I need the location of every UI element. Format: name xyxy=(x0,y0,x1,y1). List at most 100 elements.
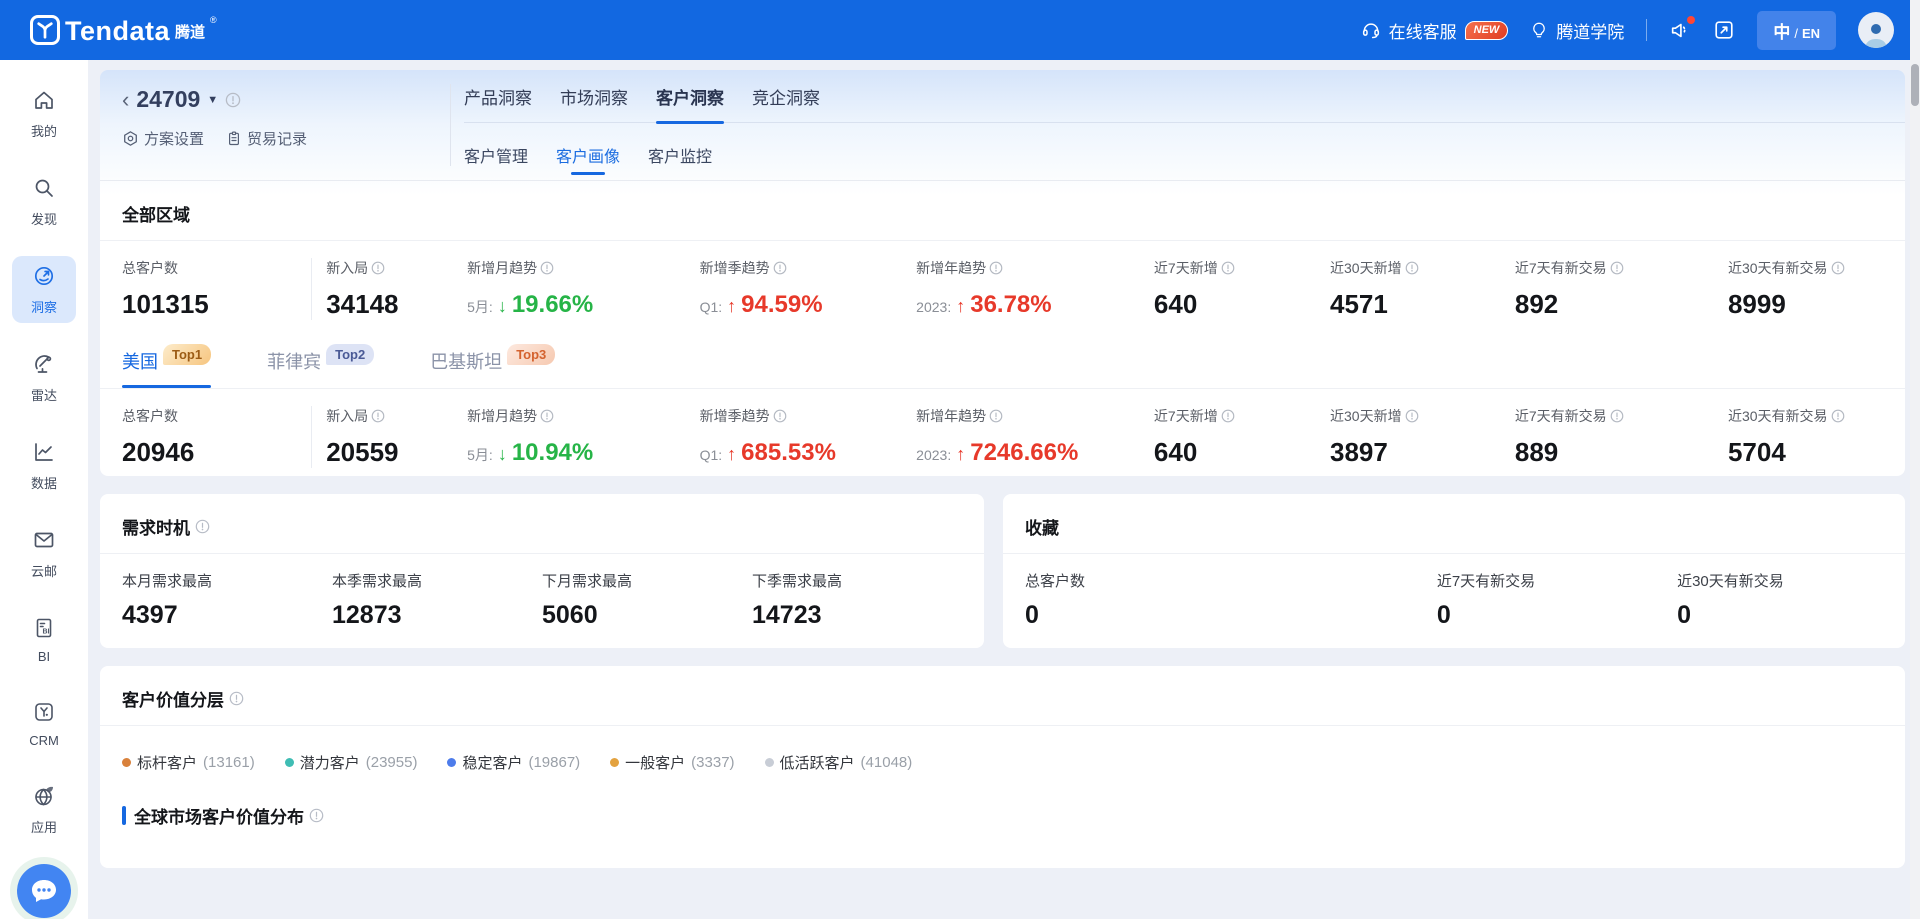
sidebar-item-label: 洞察 xyxy=(31,297,57,316)
info-icon[interactable] xyxy=(1405,261,1419,275)
subtitle-info-icon[interactable] xyxy=(309,808,324,823)
legend-item[interactable]: 潜力客户(23955) xyxy=(285,752,418,773)
stat-column: 新增年趋势2023:↑36.78% xyxy=(916,258,1154,320)
stat-label-text: 新增年趋势 xyxy=(916,258,986,278)
sidebar-item-radar[interactable]: 雷达 xyxy=(12,344,76,411)
primary-tab-1[interactable]: 产品洞察 xyxy=(464,84,532,122)
scheme-settings-button[interactable]: 方案设置 xyxy=(122,128,204,149)
sidebar-item-search[interactable]: 发现 xyxy=(12,168,76,235)
info-icon[interactable] xyxy=(773,409,787,423)
info-icon[interactable] xyxy=(1405,409,1419,423)
sidebar-item-crm[interactable]: CRM xyxy=(12,692,76,755)
trend-value: Q1:↑685.53% xyxy=(700,439,909,467)
info-icon[interactable] xyxy=(540,261,554,275)
trade-records-button[interactable]: 贸易记录 xyxy=(226,128,307,149)
sidebar-item-data[interactable]: 数据 xyxy=(12,432,76,499)
info-icon[interactable] xyxy=(371,261,385,275)
sidebar-item-insight[interactable]: 洞察 xyxy=(12,256,76,323)
country-tab-1[interactable]: 美国Top1 xyxy=(122,348,211,388)
legend-item[interactable]: 低活跃客户(41048) xyxy=(765,752,913,773)
stat-column: 下月需求最高5060 xyxy=(542,570,752,630)
chevron-down-icon[interactable]: ▼ xyxy=(207,94,218,106)
info-icon[interactable] xyxy=(1610,409,1624,423)
trend-percent: 36.78% xyxy=(970,291,1051,319)
country-name: 美国 xyxy=(122,348,158,374)
sidebar-item-home[interactable]: 我的 xyxy=(12,80,76,147)
info-icon[interactable] xyxy=(1610,261,1624,275)
info-icon[interactable] xyxy=(989,261,1003,275)
sidebar-item-label: BI xyxy=(38,649,50,664)
legend-item[interactable]: 标杆客户(13161) xyxy=(122,752,255,773)
trend-value: 2023:↑7246.66% xyxy=(916,439,1146,467)
trend-arrow-up-icon: ↑ xyxy=(956,296,965,317)
primary-tab-3[interactable]: 客户洞察 xyxy=(656,84,724,122)
primary-tab-4[interactable]: 竞企洞察 xyxy=(752,84,820,122)
info-icon[interactable] xyxy=(773,261,787,275)
info-icon[interactable] xyxy=(1221,261,1235,275)
overview-card: ‹ 24709 ▼ 方案设置 贸 xyxy=(100,70,1905,476)
stat-label-text: 总客户数 xyxy=(122,406,178,426)
language-toggle[interactable]: 中 / EN xyxy=(1757,11,1836,50)
stat-label-text: 新入局 xyxy=(326,406,368,426)
stat-label-text: 新增月趋势 xyxy=(467,406,537,426)
trend-percent: 19.66% xyxy=(512,291,593,319)
back-icon[interactable]: ‹ xyxy=(122,91,129,109)
tiers-info-icon[interactable] xyxy=(229,691,244,706)
trend-percent: 94.59% xyxy=(741,291,822,319)
info-icon[interactable] xyxy=(1831,261,1845,275)
trend-prefix: 5月: xyxy=(467,297,493,317)
chat-fab-button[interactable] xyxy=(17,864,71,918)
country-tab-2[interactable]: 菲律宾Top2 xyxy=(267,348,374,388)
sidebar-item-mail[interactable]: 云邮 xyxy=(12,520,76,587)
stat-value: 5060 xyxy=(542,601,752,630)
stat-label-text: 近7天新增 xyxy=(1154,258,1218,278)
sidebar-item-apps[interactable]: 应用 xyxy=(12,776,76,843)
scrollbar-thumb[interactable] xyxy=(1911,64,1919,106)
scheme-info-icon[interactable] xyxy=(225,92,241,108)
country-tab-3[interactable]: 巴基斯坦Top3 xyxy=(430,348,555,388)
bi-icon: BI xyxy=(32,616,56,645)
section-accent-bar xyxy=(122,806,126,825)
user-avatar[interactable] xyxy=(1858,12,1894,48)
stat-value: 14723 xyxy=(752,601,962,630)
trend-value: 5月:↓19.66% xyxy=(467,291,691,319)
secondary-tab-1[interactable]: 客户管理 xyxy=(464,143,528,179)
stat-column: 新入局20559 xyxy=(312,406,467,468)
secondary-tab-2[interactable]: 客户画像 xyxy=(556,143,620,179)
sidebar-item-bi[interactable]: BI BI xyxy=(12,608,76,671)
tendata-logo[interactable]: Tendata 腾道 ® xyxy=(30,15,217,45)
stat-label-text: 新增季趋势 xyxy=(700,406,770,426)
legend-label: 一般客户 xyxy=(625,752,685,773)
info-icon[interactable] xyxy=(371,409,385,423)
legend-item[interactable]: 稳定客户(19867) xyxy=(447,752,580,773)
trend-value: Q1:↑94.59% xyxy=(700,291,909,319)
demand-info-icon[interactable] xyxy=(195,519,210,534)
stat-label: 近7天有新交易 xyxy=(1515,258,1720,278)
info-icon[interactable] xyxy=(989,409,1003,423)
fullscreen-button[interactable] xyxy=(1713,19,1735,41)
trend-value: 5月:↓10.94% xyxy=(467,439,691,467)
stat-column: 近7天有新交易889 xyxy=(1515,406,1728,468)
academy-button[interactable]: 腾道学院 xyxy=(1530,18,1624,43)
legend-item[interactable]: 一般客户(3337) xyxy=(610,752,734,773)
stat-label: 本季需求最高 xyxy=(332,570,542,591)
trend-prefix: 5月: xyxy=(467,445,493,465)
page-scrollbar[interactable] xyxy=(1910,0,1920,919)
stat-label: 新增年趋势 xyxy=(916,406,1146,426)
announcements-button[interactable] xyxy=(1669,19,1691,41)
data-icon xyxy=(32,440,56,469)
online-service-button[interactable]: 在线客服 NEW xyxy=(1361,18,1509,43)
stat-label: 近30天有新交易 xyxy=(1677,570,1883,591)
primary-tab-2[interactable]: 市场洞察 xyxy=(560,84,628,122)
header-divider xyxy=(1646,19,1647,41)
info-icon[interactable] xyxy=(540,409,554,423)
stat-label: 总客户数 xyxy=(122,406,303,426)
logo-cn-text: 腾道 xyxy=(175,21,205,45)
stat-value: 640 xyxy=(1154,289,1322,320)
info-icon[interactable] xyxy=(1221,409,1235,423)
stat-label: 近30天新增 xyxy=(1330,406,1507,426)
legend-label: 稳定客户 xyxy=(462,752,522,773)
scheme-id[interactable]: 24709 xyxy=(136,86,200,113)
info-icon[interactable] xyxy=(1831,409,1845,423)
secondary-tab-3[interactable]: 客户监控 xyxy=(648,143,712,179)
